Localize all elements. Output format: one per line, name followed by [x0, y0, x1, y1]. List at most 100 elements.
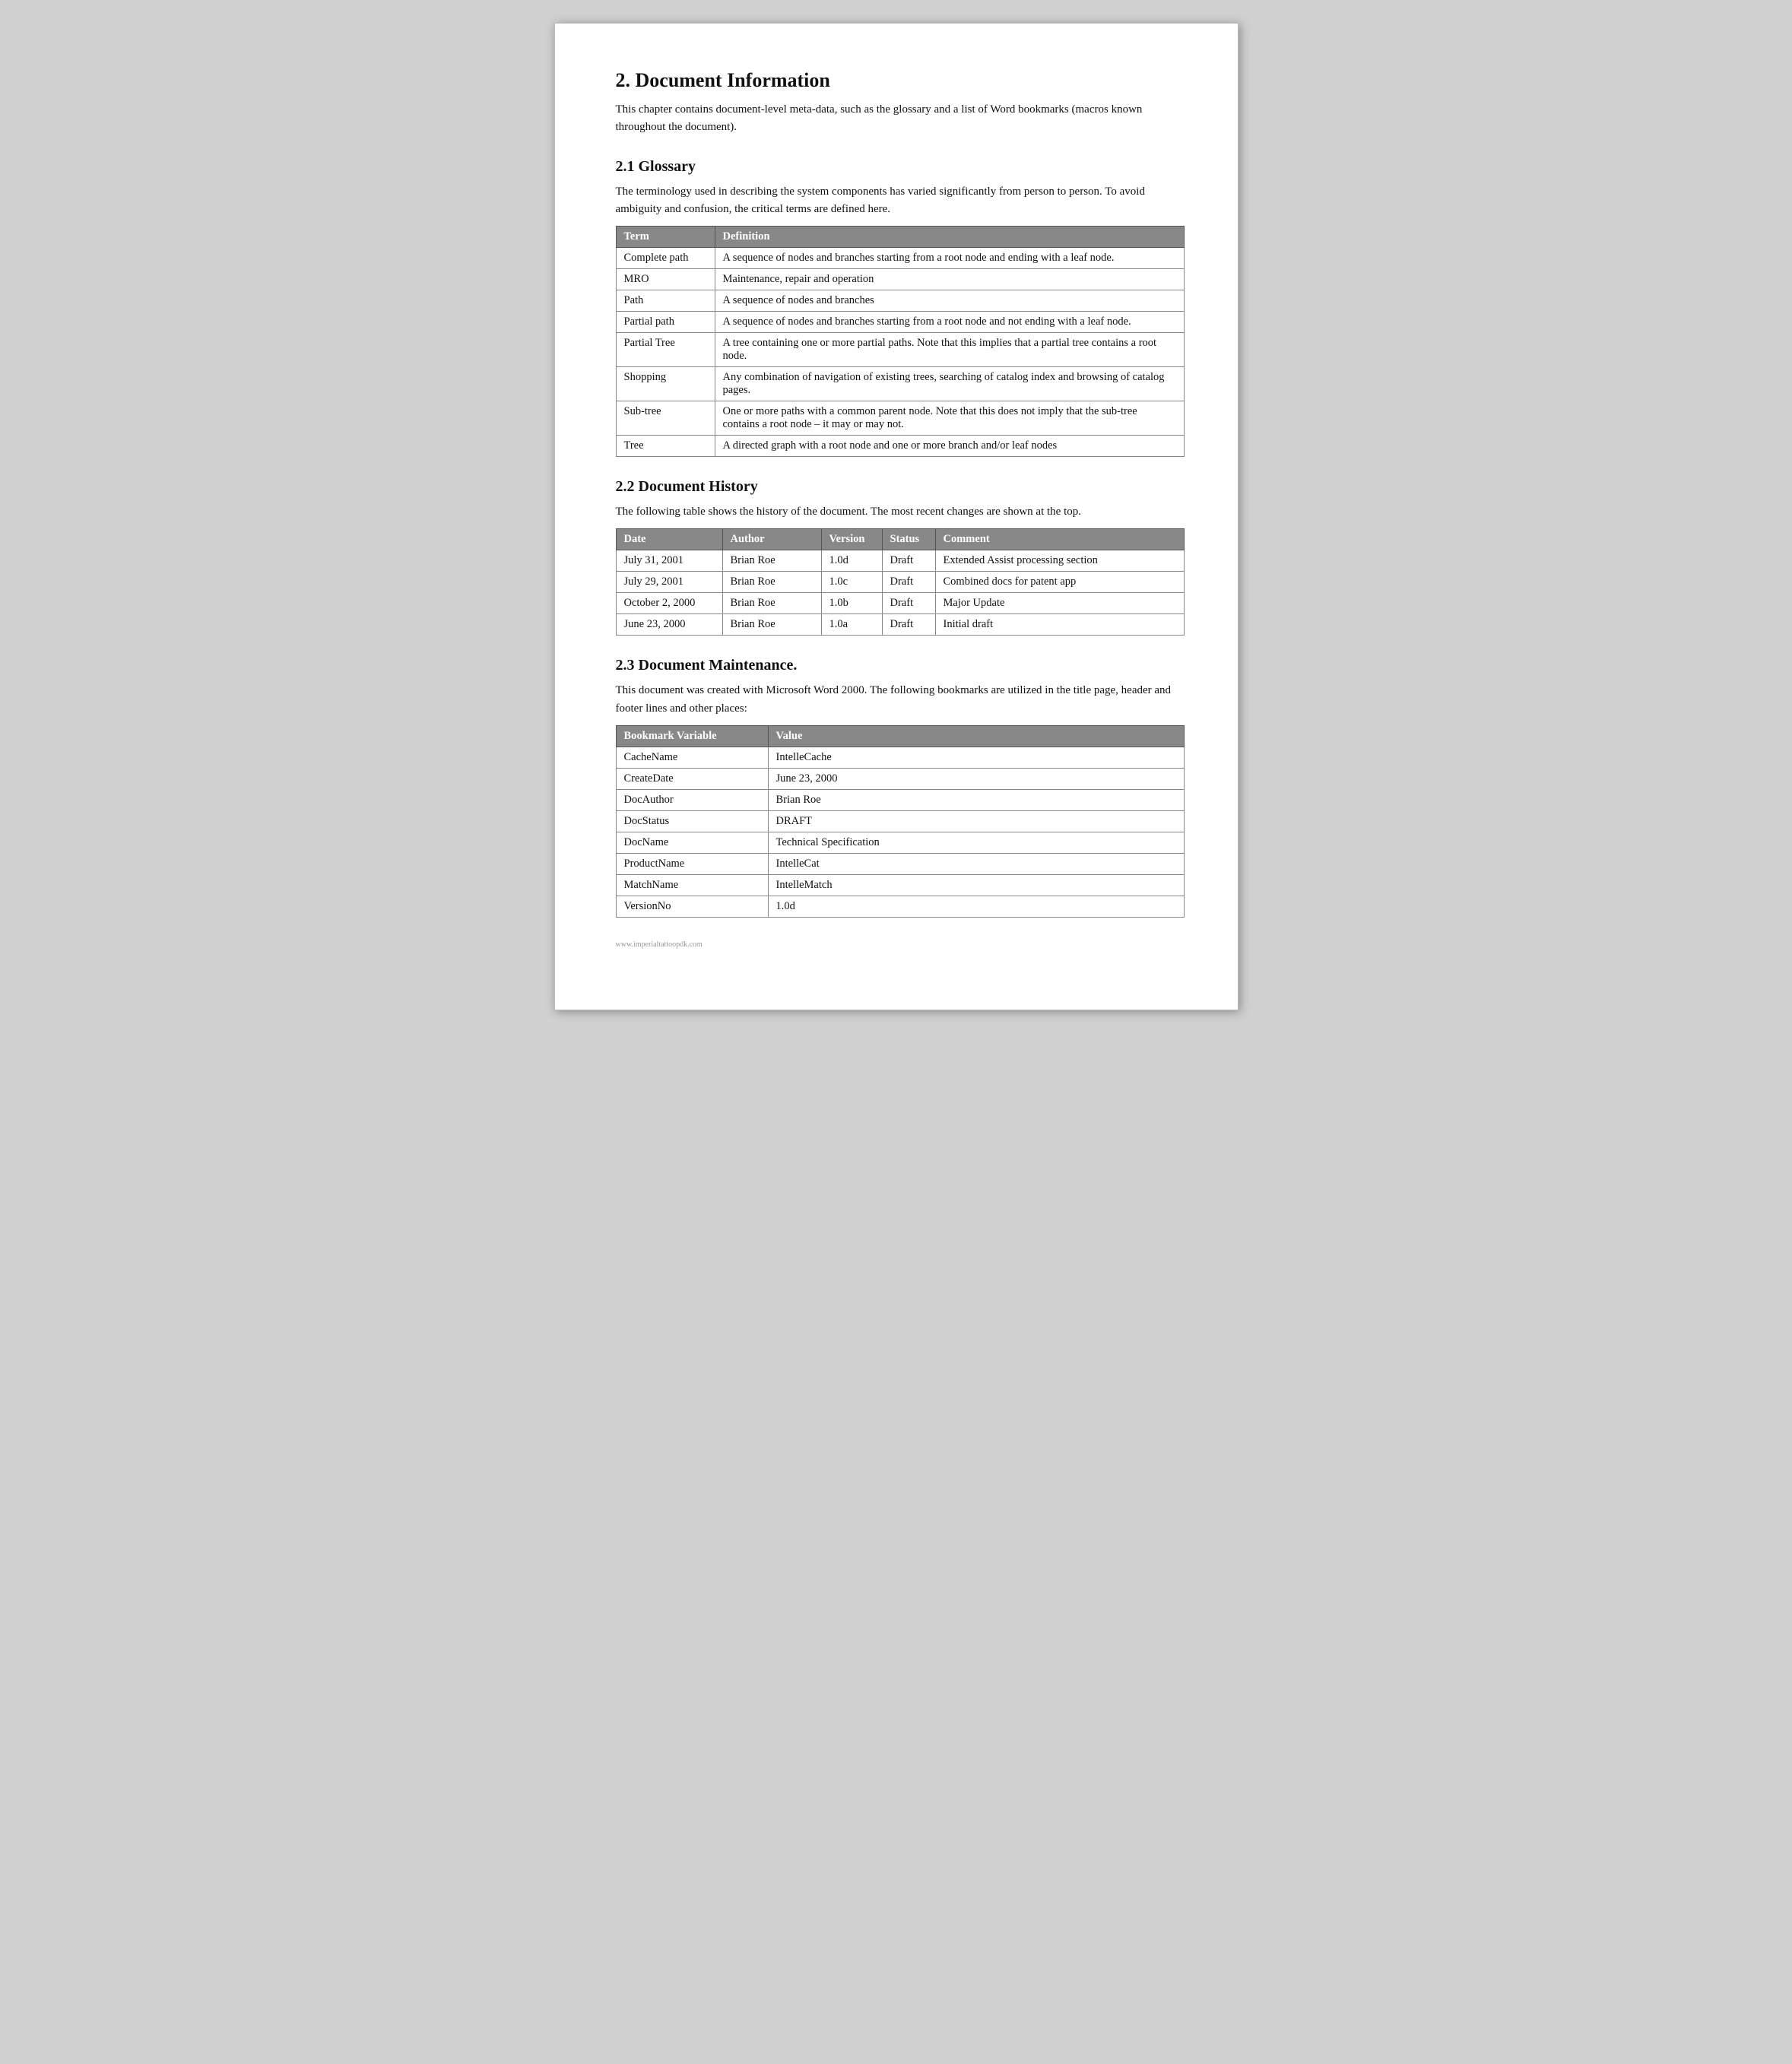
- glossary-term: Path: [616, 290, 715, 312]
- watermark-text: www.imperialtattoopdk.com: [616, 940, 1185, 949]
- glossary-term: MRO: [616, 269, 715, 290]
- glossary-term: Sub-tree: [616, 401, 715, 436]
- bookmark-row: DocNameTechnical Specification: [616, 832, 1184, 853]
- glossary-term: Partial Tree: [616, 333, 715, 367]
- bookmark-value: IntelleCache: [768, 747, 1184, 768]
- section-2-intro: This chapter contains document-level met…: [616, 101, 1185, 137]
- glossary-col-term: Term: [616, 227, 715, 248]
- history-cell: Major Update: [935, 593, 1184, 614]
- section-2-1: 2.1 Glossary The terminology used in des…: [616, 158, 1185, 458]
- history-col-version: Version: [821, 529, 882, 550]
- bookmark-col-value: Value: [768, 725, 1184, 747]
- glossary-table: Term Definition Complete pathA sequence …: [616, 226, 1185, 457]
- history-row: October 2, 2000Brian Roe1.0bDraftMajor U…: [616, 593, 1184, 614]
- section-2-heading: 2. Document Information: [616, 69, 1185, 92]
- section-2-3: 2.3 Document Maintenance. This document …: [616, 657, 1185, 918]
- history-cell: July 29, 2001: [616, 572, 722, 593]
- history-cell: Brian Roe: [722, 593, 821, 614]
- bookmark-row: ProductNameIntelleCat: [616, 853, 1184, 874]
- bookmark-value: June 23, 2000: [768, 768, 1184, 789]
- history-cell: 1.0b: [821, 593, 882, 614]
- bookmark-value: DRAFT: [768, 810, 1184, 832]
- bookmark-row: DocStatusDRAFT: [616, 810, 1184, 832]
- glossary-row: Partial pathA sequence of nodes and bran…: [616, 312, 1184, 333]
- history-cell: Brian Roe: [722, 572, 821, 593]
- history-row: July 29, 2001Brian Roe1.0cDraftCombined …: [616, 572, 1184, 593]
- glossary-row: PathA sequence of nodes and branches: [616, 290, 1184, 312]
- bookmark-variable: DocStatus: [616, 810, 768, 832]
- glossary-col-definition: Definition: [715, 227, 1184, 248]
- glossary-term: Partial path: [616, 312, 715, 333]
- bookmark-variable: VersionNo: [616, 896, 768, 917]
- history-row: June 23, 2000Brian Roe1.0aDraftInitial d…: [616, 614, 1184, 636]
- glossary-header-row: Term Definition: [616, 227, 1184, 248]
- bookmark-variable: MatchName: [616, 874, 768, 896]
- bookmark-row: CacheNameIntelleCache: [616, 747, 1184, 768]
- glossary-definition: A directed graph with a root node and on…: [715, 436, 1184, 457]
- glossary-row: ShoppingAny combination of navigation of…: [616, 367, 1184, 401]
- history-col-comment: Comment: [935, 529, 1184, 550]
- section-2-3-intro: This document was created with Microsoft…: [616, 682, 1185, 718]
- section-2-1-heading: 2.1 Glossary: [616, 158, 1185, 176]
- section-2-2-intro: The following table shows the history of…: [616, 503, 1185, 521]
- history-cell: Draft: [882, 550, 935, 572]
- history-cell: 1.0a: [821, 614, 882, 636]
- history-cell: Combined docs for patent app: [935, 572, 1184, 593]
- glossary-definition: Any combination of navigation of existin…: [715, 367, 1184, 401]
- bookmark-table: Bookmark Variable Value CacheNameIntelle…: [616, 725, 1185, 918]
- history-col-status: Status: [882, 529, 935, 550]
- glossary-term: Complete path: [616, 248, 715, 269]
- section-2-2: 2.2 Document History The following table…: [616, 478, 1185, 636]
- glossary-definition: Maintenance, repair and operation: [715, 269, 1184, 290]
- history-cell: Brian Roe: [722, 614, 821, 636]
- section-2-3-heading: 2.3 Document Maintenance.: [616, 657, 1185, 674]
- history-cell: Draft: [882, 614, 935, 636]
- bookmark-row: CreateDateJune 23, 2000: [616, 768, 1184, 789]
- history-cell: 1.0d: [821, 550, 882, 572]
- bookmark-variable: CreateDate: [616, 768, 768, 789]
- glossary-term: Shopping: [616, 367, 715, 401]
- bookmark-variable: ProductName: [616, 853, 768, 874]
- bookmark-variable: CacheName: [616, 747, 768, 768]
- history-cell: Initial draft: [935, 614, 1184, 636]
- bookmark-value: Brian Roe: [768, 789, 1184, 810]
- bookmark-row: MatchNameIntelleMatch: [616, 874, 1184, 896]
- section-2: 2. Document Information This chapter con…: [616, 69, 1185, 137]
- history-cell: July 31, 2001: [616, 550, 722, 572]
- bookmark-value: IntelleMatch: [768, 874, 1184, 896]
- bookmark-variable: DocName: [616, 832, 768, 853]
- history-cell: 1.0c: [821, 572, 882, 593]
- bookmark-row: VersionNo1.0d: [616, 896, 1184, 917]
- bookmark-variable: DocAuthor: [616, 789, 768, 810]
- glossary-definition: A sequence of nodes and branches startin…: [715, 312, 1184, 333]
- history-col-date: Date: [616, 529, 722, 550]
- glossary-row: Complete pathA sequence of nodes and bra…: [616, 248, 1184, 269]
- bookmark-value: 1.0d: [768, 896, 1184, 917]
- history-cell: June 23, 2000: [616, 614, 722, 636]
- history-cell: Draft: [882, 593, 935, 614]
- bookmark-value: IntelleCat: [768, 853, 1184, 874]
- history-cell: Draft: [882, 572, 935, 593]
- history-header-row: Date Author Version Status Comment: [616, 529, 1184, 550]
- history-cell: Extended Assist processing section: [935, 550, 1184, 572]
- document-page: 2. Document Information This chapter con…: [554, 23, 1239, 1010]
- glossary-row: MROMaintenance, repair and operation: [616, 269, 1184, 290]
- section-2-1-intro: The terminology used in describing the s…: [616, 183, 1185, 219]
- bookmark-header-row: Bookmark Variable Value: [616, 725, 1184, 747]
- glossary-definition: A sequence of nodes and branches startin…: [715, 248, 1184, 269]
- glossary-row: TreeA directed graph with a root node an…: [616, 436, 1184, 457]
- glossary-term: Tree: [616, 436, 715, 457]
- glossary-definition: A tree containing one or more partial pa…: [715, 333, 1184, 367]
- bookmark-col-variable: Bookmark Variable: [616, 725, 768, 747]
- section-2-2-heading: 2.2 Document History: [616, 478, 1185, 496]
- glossary-row: Partial TreeA tree containing one or mor…: [616, 333, 1184, 367]
- history-cell: October 2, 2000: [616, 593, 722, 614]
- history-row: July 31, 2001Brian Roe1.0dDraftExtended …: [616, 550, 1184, 572]
- history-col-author: Author: [722, 529, 821, 550]
- glossary-definition: One or more paths with a common parent n…: [715, 401, 1184, 436]
- history-cell: Brian Roe: [722, 550, 821, 572]
- bookmark-row: DocAuthorBrian Roe: [616, 789, 1184, 810]
- bookmark-value: Technical Specification: [768, 832, 1184, 853]
- history-table: Date Author Version Status Comment July …: [616, 528, 1185, 636]
- glossary-definition: A sequence of nodes and branches: [715, 290, 1184, 312]
